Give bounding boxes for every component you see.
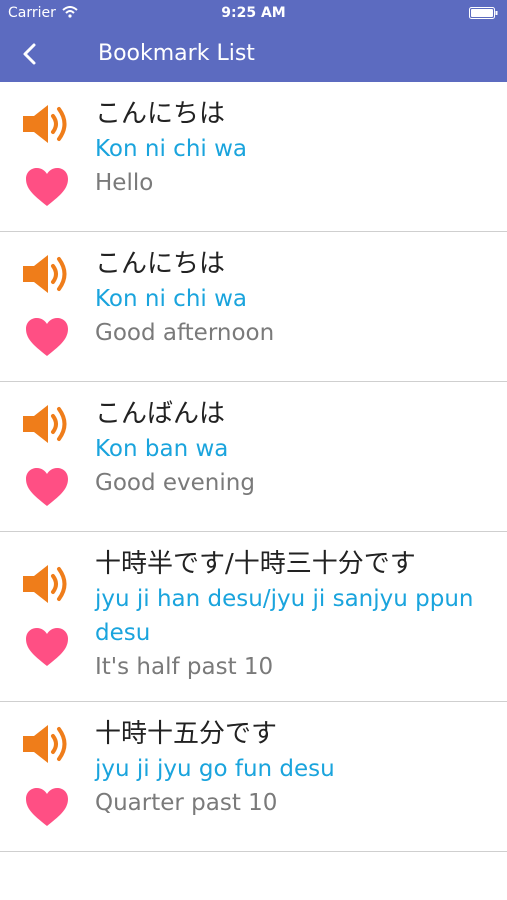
romaji-text: Kon ni chi wa — [95, 286, 248, 312]
english-text: Good afternoon — [95, 320, 275, 346]
bookmark-heart-button[interactable] — [24, 466, 70, 508]
bookmark-heart-button[interactable] — [24, 166, 70, 208]
speaker-icon — [23, 565, 67, 603]
list-item: こんばんは Kon ban wa Good evening — [0, 382, 507, 532]
play-audio-button[interactable] — [20, 401, 72, 447]
bookmark-heart-button[interactable] — [24, 786, 70, 828]
bookmark-list: こんにちは Kon ni chi wa Hello こんにちは Kon ni c… — [0, 82, 507, 852]
speaker-icon — [23, 105, 67, 143]
battery-icon — [469, 7, 498, 19]
english-text: It's half past 10 — [95, 654, 274, 680]
japanese-text: こんにちは — [95, 99, 226, 129]
heart-icon — [26, 318, 68, 356]
speaker-icon — [23, 405, 67, 443]
play-audio-button[interactable] — [20, 721, 72, 767]
speaker-icon — [23, 255, 67, 293]
heart-icon — [26, 628, 68, 666]
list-item: こんにちは Kon ni chi wa Hello — [0, 82, 507, 232]
heart-icon — [26, 468, 68, 506]
english-text: Quarter past 10 — [95, 790, 278, 816]
status-bar: Carrier 9:25 AM — [0, 0, 507, 26]
japanese-text: 十時半です/十時三十分です — [95, 549, 416, 579]
heart-icon — [26, 788, 68, 826]
navigation-header: Carrier 9:25 AM Bookmark List — [0, 0, 507, 82]
play-audio-button[interactable] — [20, 101, 72, 147]
japanese-text: こんばんは — [95, 399, 226, 429]
phrase-texts: 十時半です/十時三十分です jyu ji han desu/jyu ji san… — [95, 548, 495, 684]
phrase-texts: こんにちは Kon ni chi wa Good afternoon — [95, 248, 495, 350]
list-item: 十時十五分です jyu ji jyu go fun desu Quarter p… — [0, 702, 507, 852]
romaji-text: jyu ji han desu/jyu ji sanjyu ppun desu — [95, 586, 474, 646]
bookmark-heart-button[interactable] — [24, 626, 70, 668]
romaji-text: Kon ban wa — [95, 436, 229, 462]
clock-label: 9:25 AM — [221, 5, 286, 21]
bookmark-heart-button[interactable] — [24, 316, 70, 358]
romaji-text: Kon ni chi wa — [95, 136, 248, 162]
english-text: Good evening — [95, 470, 255, 496]
phrase-texts: 十時十五分です jyu ji jyu go fun desu Quarter p… — [95, 718, 495, 820]
list-item: 十時半です/十時三十分です jyu ji han desu/jyu ji san… — [0, 532, 507, 702]
page-title: Bookmark List — [98, 41, 255, 66]
back-button[interactable] — [14, 38, 46, 70]
japanese-text: こんにちは — [95, 249, 226, 279]
play-audio-button[interactable] — [20, 561, 72, 607]
phrase-texts: こんにちは Kon ni chi wa Hello — [95, 98, 495, 200]
heart-icon — [26, 168, 68, 206]
play-audio-button[interactable] — [20, 251, 72, 297]
english-text: Hello — [95, 170, 154, 196]
speaker-icon — [23, 725, 67, 763]
phrase-texts: こんばんは Kon ban wa Good evening — [95, 398, 495, 500]
japanese-text: 十時十五分です — [95, 719, 278, 749]
list-item: こんにちは Kon ni chi wa Good afternoon — [0, 232, 507, 382]
chevron-left-icon — [23, 43, 36, 65]
romaji-text: jyu ji jyu go fun desu — [95, 756, 335, 782]
